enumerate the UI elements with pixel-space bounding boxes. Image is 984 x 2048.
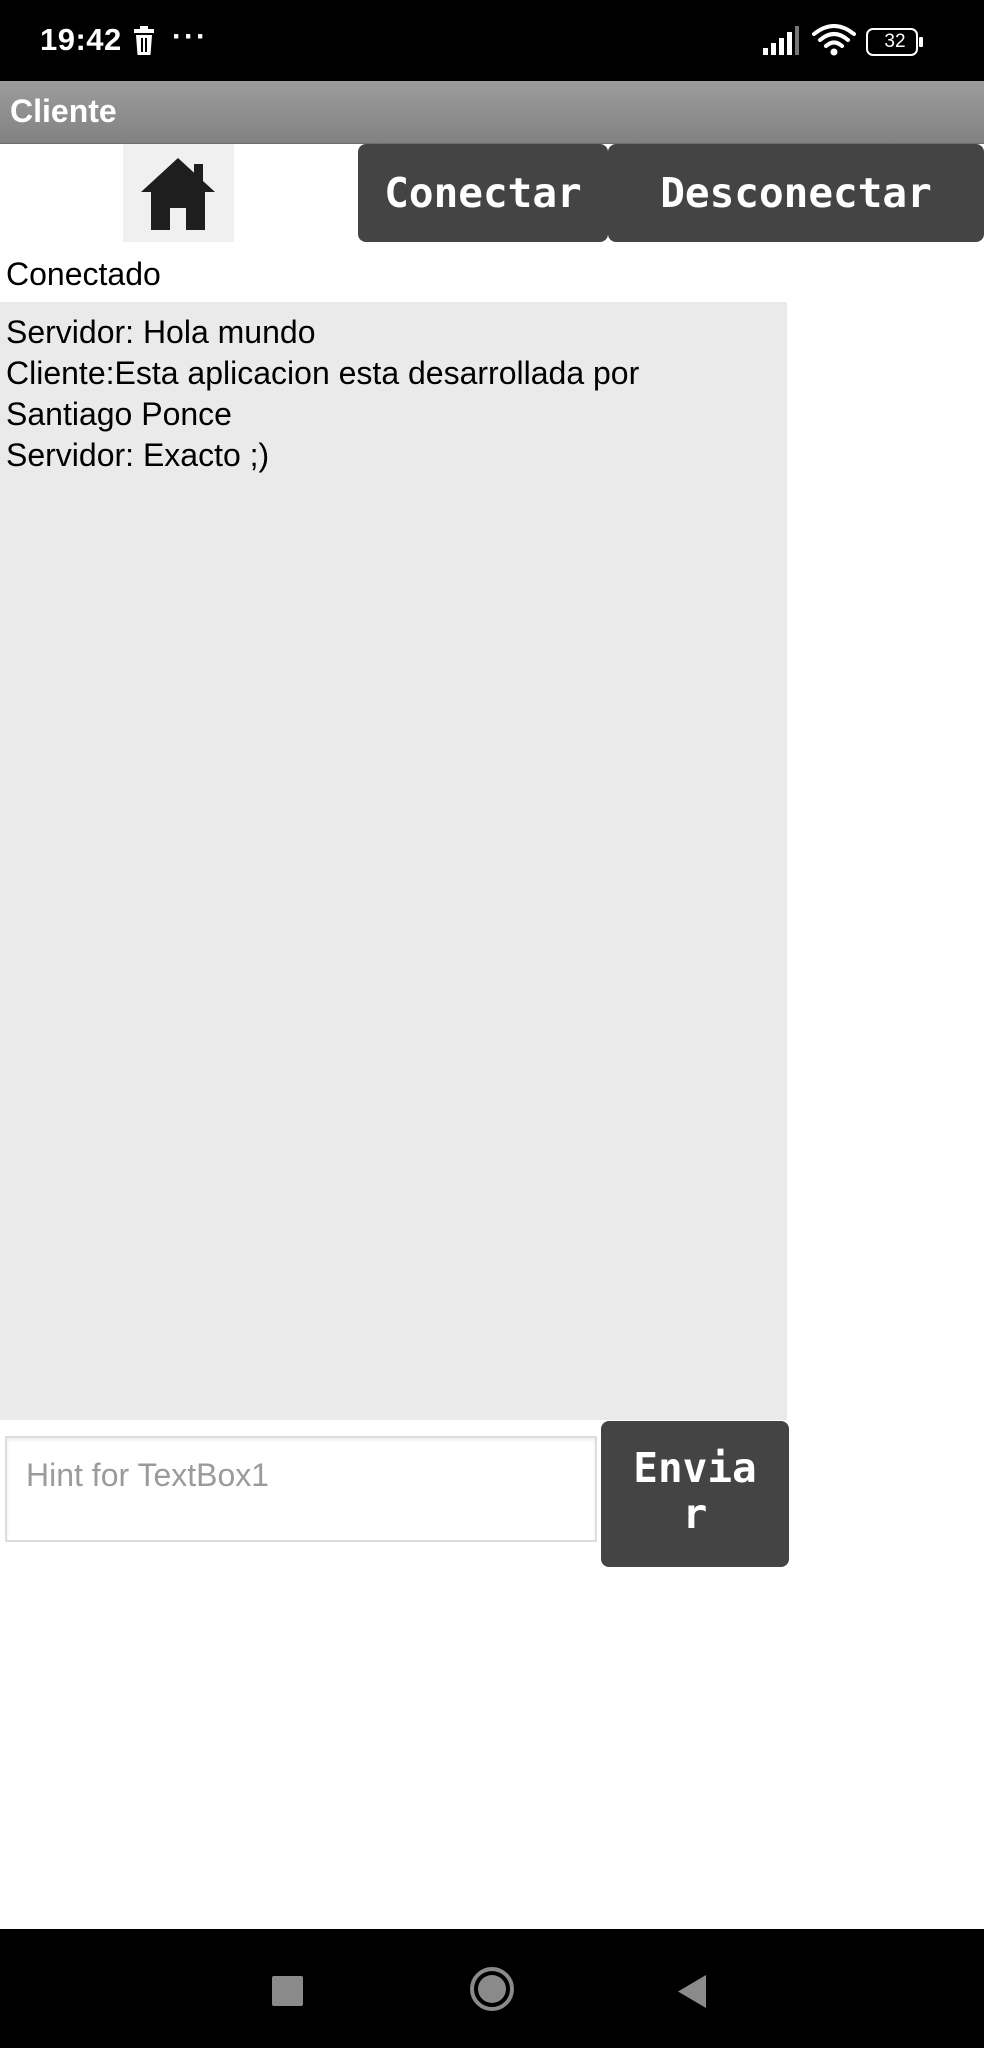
app-title-bar [0,81,984,144]
chat-line: Servidor: Hola mundo [6,314,316,350]
send-button-label-line1: Envia [633,1444,757,1492]
signal-icon [763,26,799,55]
recent-apps-icon[interactable] [272,1976,303,2006]
connection-status-label: Conectado [6,256,161,292]
send-button-label-line2: r [682,1490,708,1538]
message-input-placeholder: Hint for TextBox1 [26,1457,270,1493]
home-button[interactable] [123,144,234,242]
home-icon [141,158,215,230]
chat-line: Santiago Ponce [6,396,232,432]
app-title: Cliente [10,93,117,129]
status-time: 19:42 [40,22,122,57]
send-button[interactable]: Envia r [601,1421,789,1567]
chat-log-text: Servidor: Hola mundo Cliente:Esta aplica… [6,312,766,476]
wifi-icon [812,24,856,56]
battery-level: 32 [884,31,906,52]
chat-line: Servidor: Exacto ;) [6,437,270,473]
home-circle-icon[interactable] [469,1966,515,2012]
trash-icon [134,26,154,55]
chat-line: Cliente:Esta aplicacion esta desarrollad… [6,355,640,391]
connect-button[interactable]: Conectar [358,144,608,242]
disconnect-button[interactable]: Desconectar [608,144,984,242]
more-dots-icon: ··· [172,20,208,53]
back-triangle-icon[interactable] [674,1973,710,2010]
